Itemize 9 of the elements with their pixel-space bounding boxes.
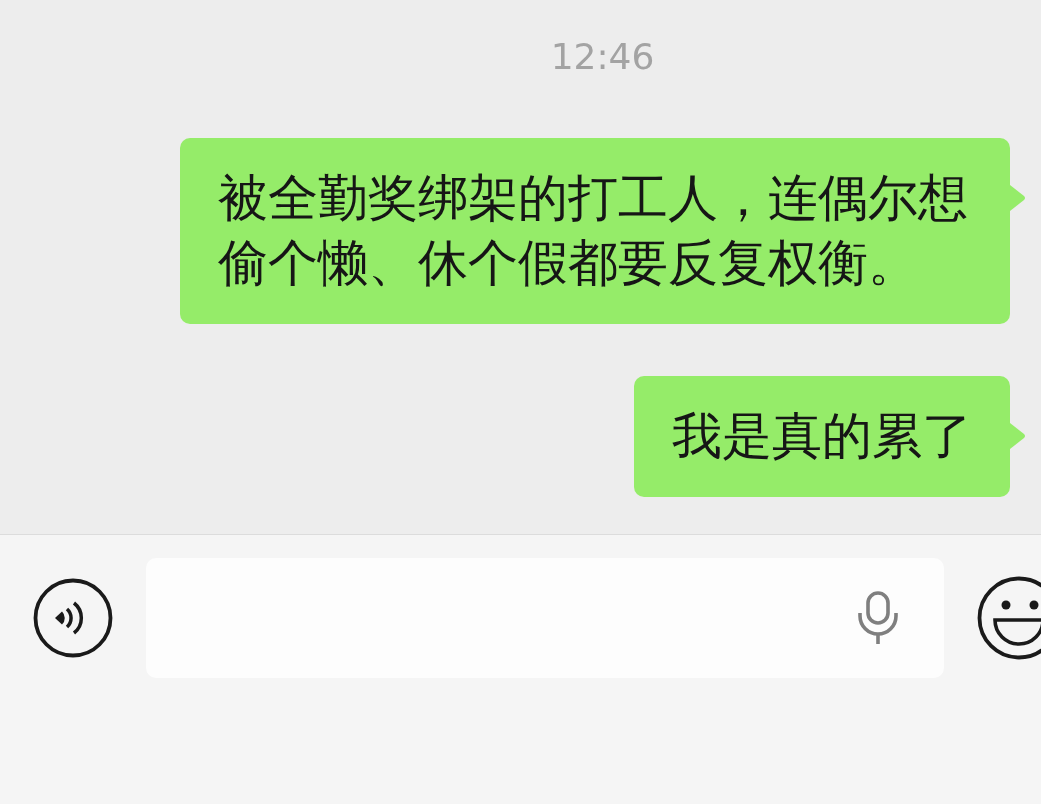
bubble-tail-icon <box>1010 423 1026 449</box>
microphone-icon[interactable] <box>856 591 900 645</box>
message-timestamp: 12:46 <box>550 39 655 75</box>
message-bubble: 我是真的累了 <box>634 376 1010 497</box>
emoji-icon[interactable] <box>977 576 1041 660</box>
voice-icon[interactable] <box>33 578 113 658</box>
bubble-tail-icon <box>1010 185 1026 211</box>
message-bubble: 被全勤奖绑架的打工人，连偶尔想偷个懒、休个假都要反复权衡。 <box>180 138 1010 324</box>
message-input-field[interactable] <box>146 558 944 678</box>
